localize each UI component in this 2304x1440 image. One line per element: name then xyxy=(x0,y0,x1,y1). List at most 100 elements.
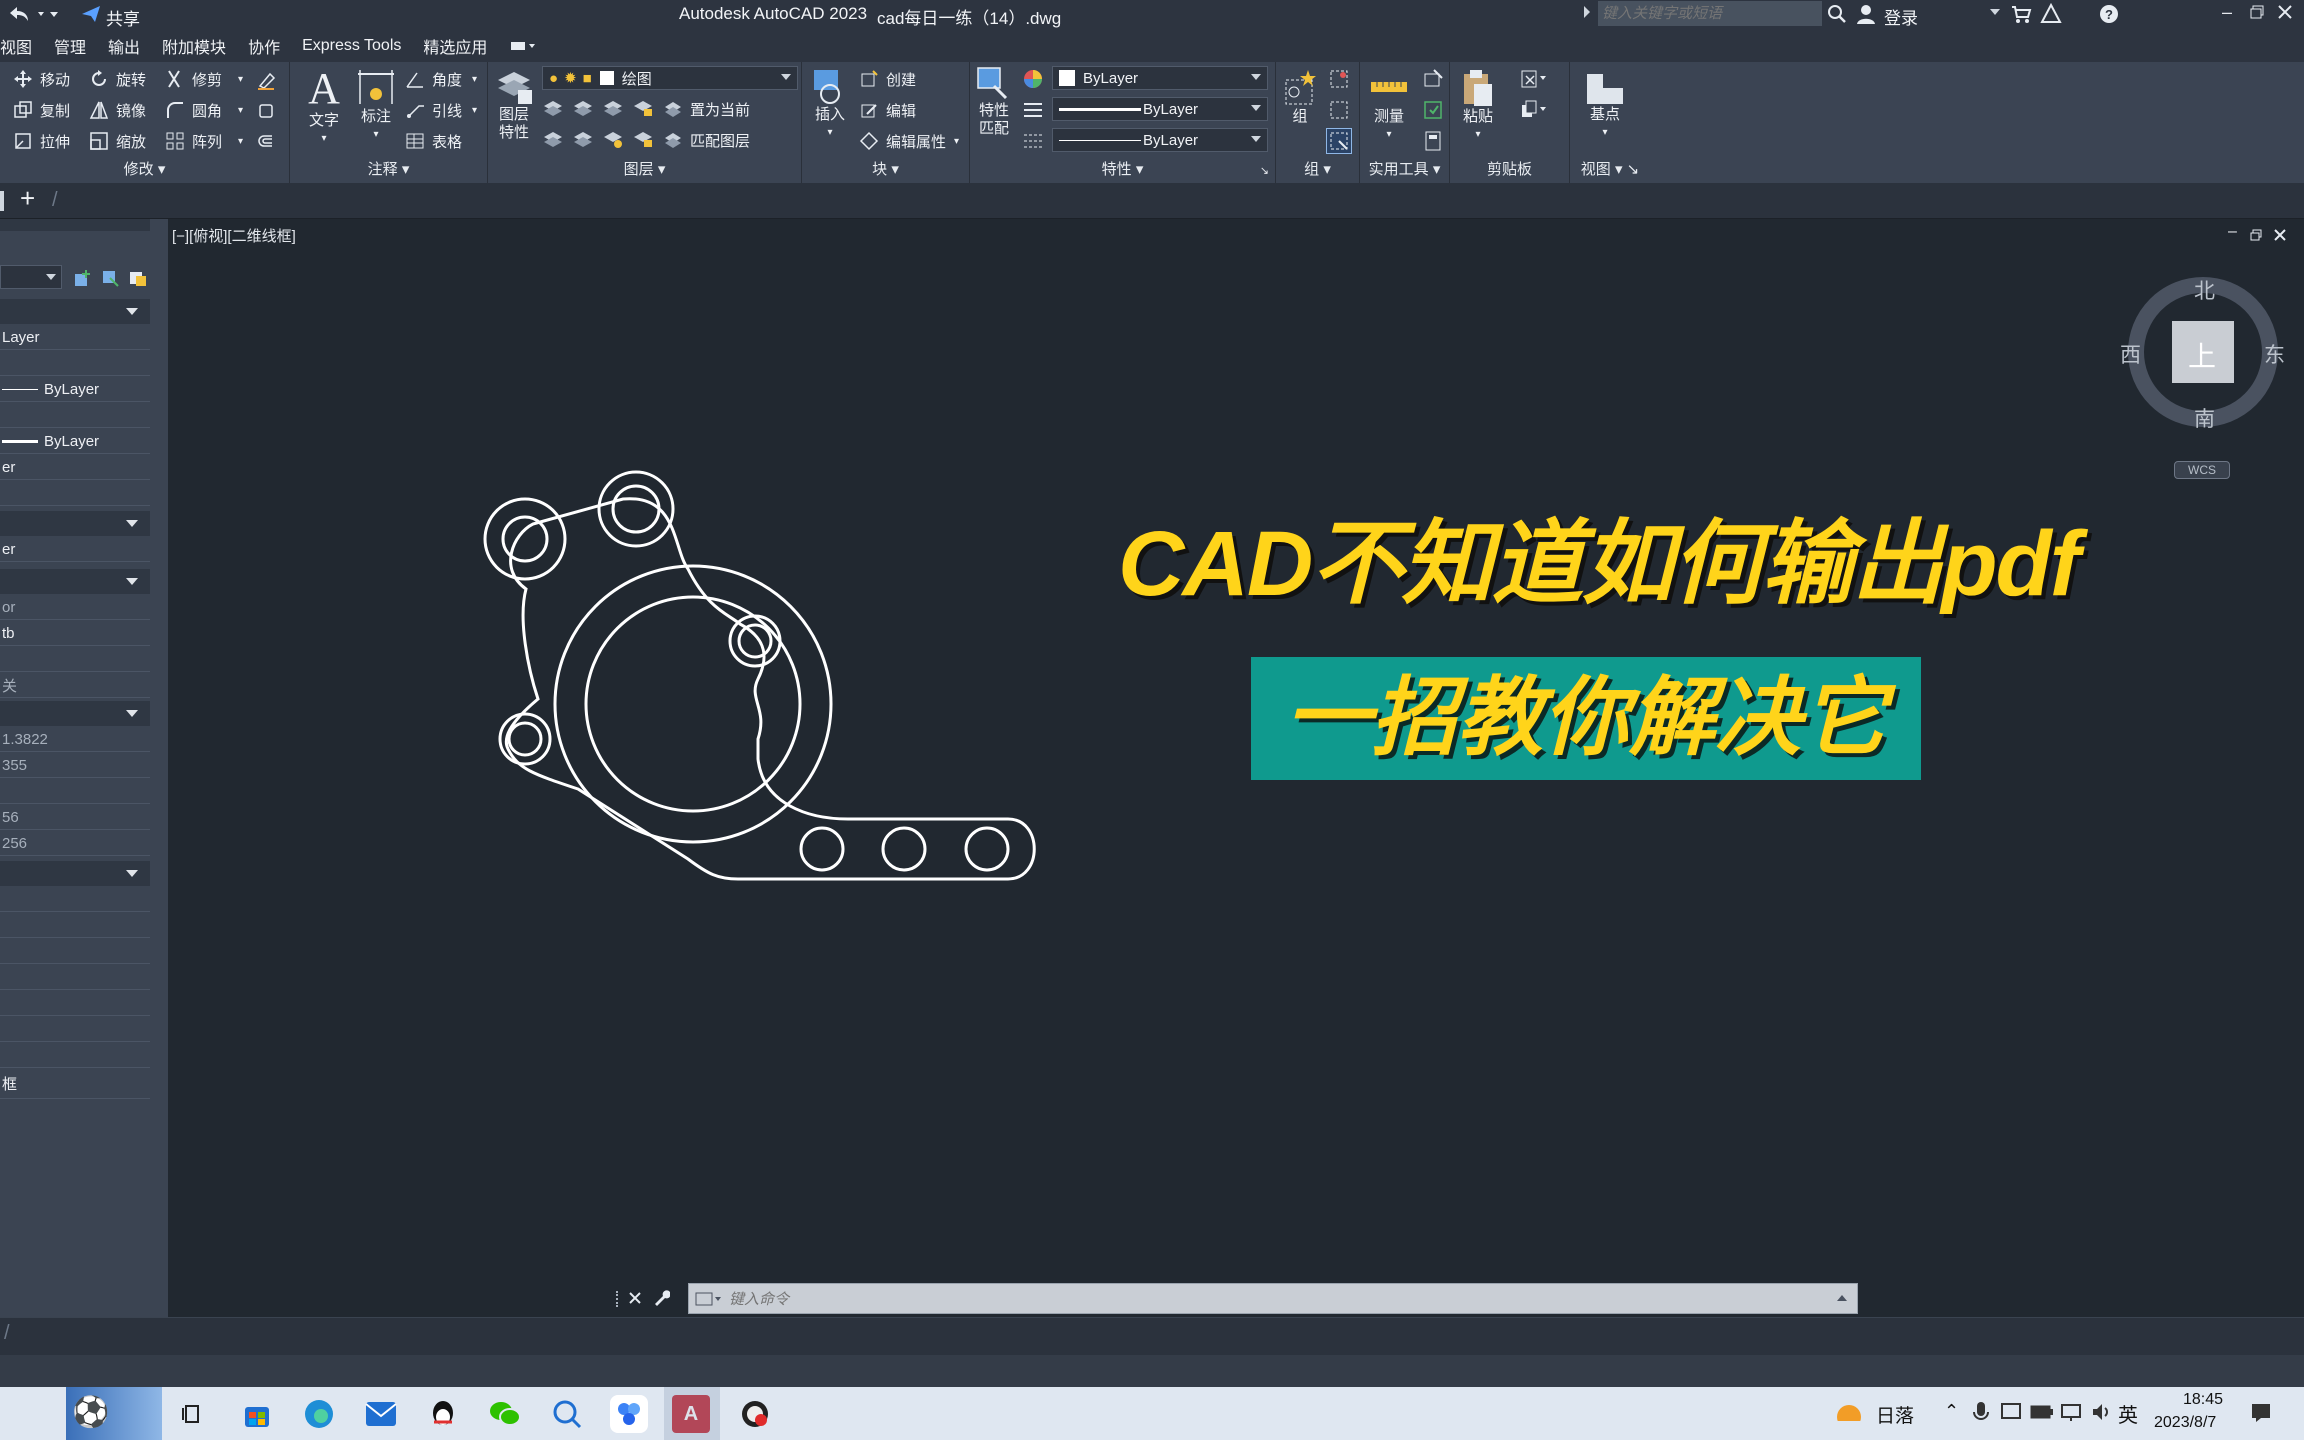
measure-tool[interactable]: 测量 ▾ xyxy=(1364,68,1414,144)
command-close-icon[interactable] xyxy=(628,1291,642,1305)
palette-row[interactable]: 355 xyxy=(0,753,150,778)
trim-tool[interactable]: 修剪 ▾ xyxy=(164,68,243,90)
linetype-dropdown[interactable]: ByLayer xyxy=(1052,97,1268,121)
wechat-icon[interactable] xyxy=(486,1395,524,1433)
palette-row[interactable]: er xyxy=(0,537,150,562)
3d-effects-section-header[interactable] xyxy=(0,511,150,536)
help-icon[interactable]: ? xyxy=(2098,3,2120,25)
quick-select-palette-icon[interactable] xyxy=(128,268,148,288)
customize-wrench-icon[interactable] xyxy=(652,1289,670,1307)
match-properties-tool[interactable]: 特性 匹配 xyxy=(974,66,1014,138)
network-icon[interactable] xyxy=(2060,1401,2082,1423)
table-tool[interactable]: 表格 xyxy=(404,130,462,152)
color-wheel-icon[interactable] xyxy=(1022,68,1044,90)
panel-launcher-icon[interactable]: ↘ xyxy=(1260,164,1269,177)
chevron-down-icon[interactable]: ▾ xyxy=(238,105,243,116)
search-app-icon[interactable] xyxy=(548,1395,586,1433)
erase-icon[interactable] xyxy=(256,70,276,90)
calculator-icon[interactable] xyxy=(1422,130,1444,152)
viewport-minimize-icon[interactable]: – xyxy=(2228,223,2237,241)
fillet-tool[interactable]: 圆角 ▾ xyxy=(164,99,243,121)
palette-row[interactable] xyxy=(0,991,150,1016)
utilities-panel-label[interactable]: 实用工具 ▾ xyxy=(1360,158,1449,179)
chevron-down-icon[interactable]: ▾ xyxy=(238,136,243,147)
microphone-icon[interactable] xyxy=(1972,1401,1990,1425)
tray-expand-icon[interactable]: ⌃ xyxy=(1944,1401,1959,1422)
minimize-icon[interactable]: – xyxy=(2222,2,2232,23)
palette-row[interactable] xyxy=(0,1043,150,1068)
wcs-menu-button[interactable]: WCS xyxy=(2174,461,2230,479)
select-all-icon[interactable] xyxy=(1422,99,1444,121)
sunset-weather-icon[interactable] xyxy=(1834,1399,1864,1429)
select-objects-icon[interactable] xyxy=(100,268,120,288)
mirror-tool[interactable]: 镜像 xyxy=(88,99,146,121)
menu-item[interactable]: Express Tools xyxy=(302,37,401,55)
view-panel-label[interactable]: 视图 ▾ ↘ xyxy=(1570,158,1650,179)
screen-recorder-icon[interactable] xyxy=(736,1395,774,1433)
palette-row[interactable]: er xyxy=(0,455,150,480)
cad-part-drawing[interactable] xyxy=(468,439,1228,939)
view-section-header[interactable] xyxy=(0,701,150,726)
notification-icon[interactable] xyxy=(2250,1401,2272,1423)
angle-tool[interactable]: 角度 ▾ xyxy=(404,68,477,90)
chevron-down-icon[interactable]: ▾ xyxy=(472,74,477,85)
palette-row[interactable] xyxy=(0,779,150,804)
viewport-close-icon[interactable] xyxy=(2274,229,2286,241)
viewcube[interactable]: 北 南 西 东 上 xyxy=(2120,275,2285,431)
base-point-tool[interactable]: 基点 ▾ xyxy=(1580,70,1630,142)
palette-row[interactable]: ByLayer xyxy=(0,377,150,402)
command-history-icon[interactable] xyxy=(695,1290,723,1308)
viewport-restore-icon[interactable] xyxy=(2250,229,2262,241)
user-icon[interactable] xyxy=(1856,3,1876,25)
group-tool[interactable]: 组 xyxy=(1280,68,1320,126)
create-block-tool[interactable]: 创建 xyxy=(858,68,916,90)
menu-item[interactable]: 视图 xyxy=(0,34,32,58)
layer-isolate-icon[interactable] xyxy=(572,98,594,118)
chevron-up-icon[interactable] xyxy=(1837,1295,1847,1301)
command-input[interactable] xyxy=(729,1287,1829,1311)
compass-east[interactable]: 东 xyxy=(2264,339,2285,369)
input-method-label[interactable]: 英 xyxy=(2118,1399,2138,1428)
edit-block-tool[interactable]: 编辑 xyxy=(858,99,916,121)
palette-row[interactable] xyxy=(0,1017,150,1042)
palette-row[interactable] xyxy=(0,481,150,506)
new-tab-icon[interactable]: + xyxy=(20,183,35,214)
edit-attribute-tool[interactable]: 编辑属性 ▾ xyxy=(858,130,959,152)
block-panel-label[interactable]: 块 ▾ xyxy=(802,158,969,179)
weather-label[interactable]: 日落 xyxy=(1876,1401,1914,1428)
redo-dropdown-icon[interactable] xyxy=(36,4,62,24)
ungroup-icon[interactable] xyxy=(1328,68,1350,90)
palette-row[interactable] xyxy=(0,647,150,672)
compass-north[interactable]: 北 xyxy=(2194,275,2215,305)
undo-icon[interactable] xyxy=(6,3,32,25)
match-layer-tool[interactable]: 匹配图层 xyxy=(662,129,750,151)
login-label[interactable]: 登录 xyxy=(1884,4,1918,29)
palette-row[interactable]: 1.3822 xyxy=(0,727,150,752)
general-section-header[interactable] xyxy=(0,299,150,324)
layer-properties-tool[interactable]: 图层 特性 xyxy=(492,66,536,142)
palette-row[interactable] xyxy=(0,351,150,376)
share-label[interactable]: 共享 xyxy=(106,5,140,30)
object-type-dropdown[interactable] xyxy=(0,265,62,289)
layer-dropdown[interactable]: ● ✹ ■ 绘图 xyxy=(542,66,798,90)
move-tool[interactable]: 移动 xyxy=(12,68,70,90)
palette-row[interactable] xyxy=(0,939,150,964)
autodesk-account-icon[interactable] xyxy=(2040,3,2062,25)
menu-item[interactable]: 附加模块 xyxy=(162,34,226,58)
explode-icon[interactable] xyxy=(256,101,276,121)
rotate-tool[interactable]: 旋转 xyxy=(88,68,146,90)
layers-panel-label[interactable]: 图层 ▾ xyxy=(488,158,801,179)
toggle-pickadd-icon[interactable] xyxy=(72,268,92,288)
array-tool[interactable]: 阵列 ▾ xyxy=(164,130,243,152)
palette-row[interactable]: 框 xyxy=(0,1069,150,1099)
insert-tool[interactable]: 插入 ▾ xyxy=(806,66,854,142)
layer-unisolate-icon[interactable] xyxy=(572,129,594,149)
close-icon[interactable] xyxy=(2278,5,2292,19)
color-dropdown[interactable]: ByLayer xyxy=(1052,66,1268,90)
offset-icon[interactable] xyxy=(256,132,276,152)
layer-off-icon[interactable] xyxy=(542,98,564,118)
palette-row[interactable]: 56 xyxy=(0,805,150,830)
scale-tool[interactable]: 缩放 xyxy=(88,130,146,152)
clipboard-panel-label[interactable]: 剪贴板 xyxy=(1450,158,1569,179)
desktop-wallpaper-thumbnail[interactable]: ⚽ xyxy=(66,1387,162,1440)
